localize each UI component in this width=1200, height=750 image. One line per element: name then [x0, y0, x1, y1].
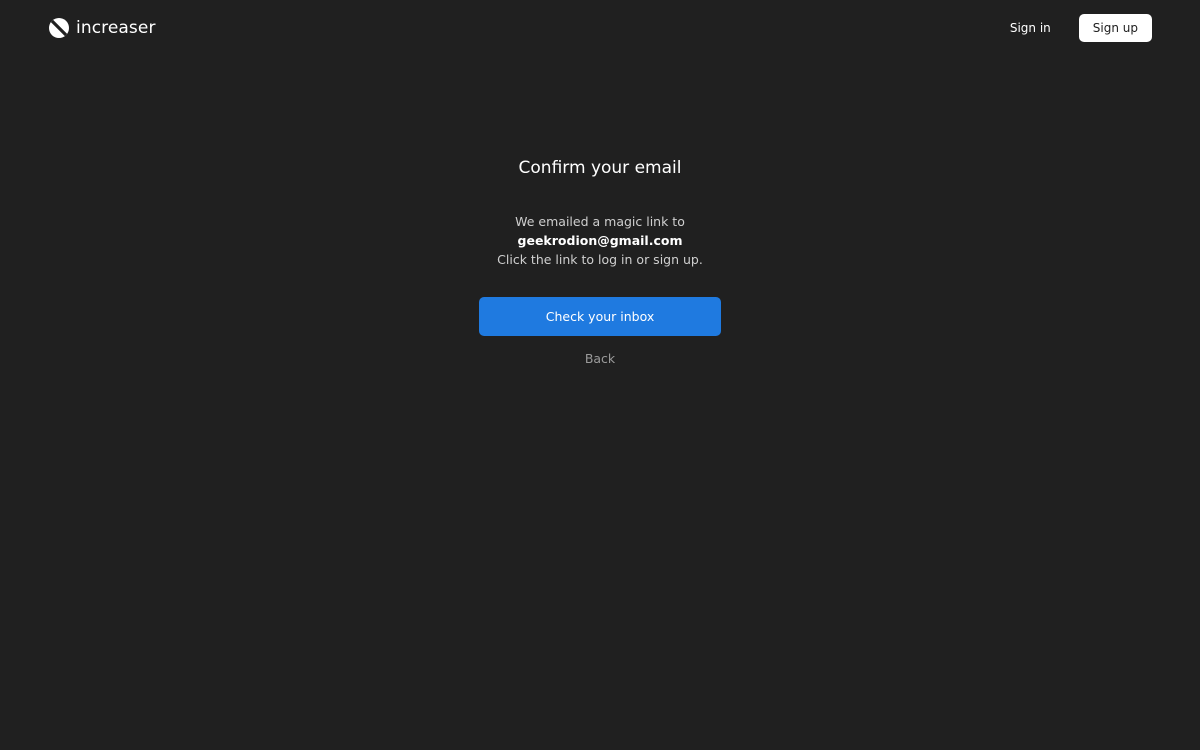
back-link[interactable]: Back: [585, 351, 615, 366]
brand-home-link[interactable]: increaser: [48, 16, 156, 40]
confirmation-message: We emailed a magic link to geekrodion@gm…: [0, 212, 1200, 269]
message-line-intro: We emailed a magic link to: [515, 214, 685, 229]
page-title: Confirm your email: [518, 158, 682, 178]
message-line-instruction: Click the link to log in or sign up.: [497, 252, 703, 267]
auth-actions: Sign in Sign up: [1010, 14, 1152, 42]
email-address: geekrodion@gmail.com: [517, 233, 683, 248]
sign-up-button[interactable]: Sign up: [1078, 14, 1152, 42]
half-circle-logo-icon: [48, 17, 70, 39]
confirm-email-panel: Confirm your email We emailed a magic li…: [0, 150, 1200, 367]
check-inbox-button[interactable]: Check your inbox: [479, 297, 721, 336]
sign-in-link[interactable]: Sign in: [1010, 21, 1051, 35]
brand-name: increaser: [76, 18, 156, 38]
top-navigation: increaser Sign in Sign up: [0, 0, 1200, 56]
